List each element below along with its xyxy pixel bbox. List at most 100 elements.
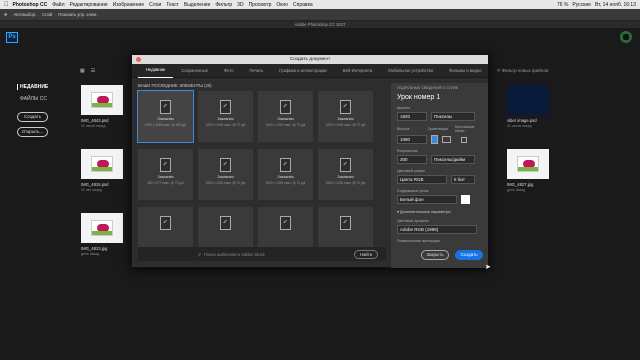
mouse-cursor-icon: ➤ [485, 264, 491, 271]
preset-item[interactable]: Заказная 1000 x 1000 пикс. @ 72 ppi [198, 149, 253, 200]
recent-file[interactable]: IMG_4843.psd 11 часов назад [81, 85, 123, 128]
menu-filter[interactable]: Фильтр [215, 2, 232, 8]
recent-file[interactable]: IMG_4815.psd 11 час назад [81, 149, 123, 192]
menu-image[interactable]: Изображение [113, 2, 145, 8]
autoselect-target[interactable]: Слой [42, 12, 52, 17]
file-name: IMG_4815.psd [81, 182, 109, 187]
landscape-orientation-icon[interactable] [442, 136, 451, 143]
autoselect-label[interactable]: Автовыбор: [14, 12, 37, 17]
artboards-checkbox[interactable] [461, 136, 467, 143]
details-heading: ПОДРОБНЫЕ СВЕДЕНИЯ О СТИЛЕ [397, 86, 459, 90]
menu-help[interactable]: Справка [293, 2, 313, 8]
preset-tabs: Недавние Сохраненные Фото Печать Графика… [132, 64, 488, 78]
menu-view[interactable]: Просмотр [249, 2, 272, 8]
app-menu[interactable]: Photoshop CC [13, 2, 48, 8]
recent-file[interactable]: IMG_4813.jpg день назад [81, 213, 123, 256]
create-button[interactable]: Создать [455, 250, 483, 260]
bit-depth-select[interactable]: 8 бит [451, 175, 475, 184]
document-name-field[interactable]: Урок номер 1 [397, 94, 482, 101]
preset-item[interactable]: Заказная 1920 x 1080 пикс. @ 300 ppi [137, 90, 194, 143]
open-button[interactable]: Открыть... [17, 127, 48, 137]
move-tool-icon[interactable]: ✥ [4, 12, 8, 17]
file-age: 11 часов назад [81, 124, 106, 128]
show-transform-controls[interactable]: Показать упр. элем. [58, 12, 97, 17]
portrait-orientation-icon[interactable] [431, 135, 438, 144]
preset-name: Заказная [217, 175, 234, 179]
creative-cloud-icon[interactable] [620, 31, 632, 43]
battery-status[interactable]: 76 % [557, 2, 568, 8]
recent-presets: ВАШИ ПОСЛЕДНИЕ ЭЛЕМЕНТЫ (20) Заказная 192… [137, 83, 386, 263]
tab-saved[interactable]: Сохраненные [173, 64, 216, 78]
close-icon[interactable] [136, 57, 141, 62]
preset-item[interactable]: Заказная 1600 x 1200 пикс. @ 72 ppi [318, 149, 373, 200]
apple-menu-icon[interactable]:  [4, 2, 9, 8]
menu-edit[interactable]: Редактирование [70, 2, 108, 8]
sidebar-item-cc-files[interactable]: ФАЙЛЫ CC [17, 96, 77, 102]
preset-item[interactable]: Заказная 480 x 277 пикс. @ 72 ppi [138, 149, 193, 200]
background-select[interactable]: Белый фон [397, 195, 457, 204]
file-name: IMG_4827.jpg [507, 182, 534, 187]
input-language[interactable]: Русские [572, 2, 591, 8]
file-age: день назад [81, 252, 100, 256]
tab-photo[interactable]: Фото [216, 64, 242, 78]
file-thumbnail [507, 149, 549, 179]
menu-layers[interactable]: Слои [149, 2, 161, 8]
recent-file[interactable]: IMG_4827.jpg день назад [507, 149, 549, 192]
color-profile-select[interactable]: Adobe RGB (1998) [397, 225, 477, 234]
file-thumbnail [81, 213, 123, 243]
filter-recent-input[interactable]: ⚲ Фильтр новых файлов [497, 68, 548, 74]
file-thumbnail [81, 85, 123, 115]
preset-item[interactable]: Заказная 1000 x 1000 пикс. @ 72 ppi [198, 91, 253, 142]
resolution-input[interactable]: 300 [397, 155, 427, 164]
height-input[interactable]: 1080 [397, 135, 427, 144]
tab-art[interactable]: Графика и иллюстрации [271, 64, 335, 78]
width-unit-select[interactable]: Пикселы [431, 112, 475, 121]
artboards-label: Монтажные облас [454, 125, 475, 133]
file-age: 11 часов назад [507, 124, 532, 128]
menu-select[interactable]: Выделение [184, 2, 211, 8]
dialog-title: Создать документ [289, 57, 331, 62]
resolution-unit-select[interactable]: Пикселы/дюйм [431, 155, 475, 164]
recent-file[interactable]: viber image.psd 11 часов назад [507, 85, 549, 128]
background-color-swatch[interactable] [461, 195, 470, 204]
search-icon: ⚲ [198, 251, 202, 257]
menu-window[interactable]: Окно [276, 2, 288, 8]
stock-search-bar: ⚲ Поиск шаблонов в Adobe Stock Найти [138, 247, 386, 261]
preset-dimensions: 1600 x 1200 пикс. @ 72 ppi [325, 181, 366, 185]
preset-item[interactable]: Заказная 1000 x 1000 пикс. @ 72 ppi [318, 91, 373, 142]
preset-grid: Заказная 1920 x 1080 пикс. @ 300 ppi Зака… [137, 90, 386, 258]
sidebar-item-recent[interactable]: НЕДАВНИЕ [17, 84, 77, 90]
grid-view-icon[interactable]: ▦ [80, 68, 85, 74]
close-button[interactable]: Закрыть [421, 250, 449, 260]
tab-mobile[interactable]: Мобильное устройство [380, 64, 441, 78]
preset-item[interactable]: Заказная 1000 x 1000 пикс. @ 72 ppi [258, 91, 313, 142]
tab-recent[interactable]: Недавние [138, 63, 174, 78]
resolution-label: Разрешение [397, 149, 418, 153]
find-button[interactable]: Найти [354, 249, 378, 259]
tab-print[interactable]: Печать [242, 64, 272, 78]
create-new-button[interactable]: Создать [17, 112, 48, 122]
recent-presets-heading: ВАШИ ПОСЛЕДНИЕ ЭЛЕМЕНТЫ (20) [138, 83, 212, 88]
color-profile-label: Цветовой профиль [397, 219, 429, 223]
options-bar: ✥ Автовыбор: Слой Показать упр. элем. [0, 9, 640, 21]
list-view-icon[interactable]: ☰ [91, 68, 95, 74]
preset-name: Заказная [157, 175, 174, 179]
file-thumbnail [81, 149, 123, 179]
photoshop-logo-icon: Ps [6, 32, 18, 43]
color-mode-select[interactable]: Цвета RGB [397, 175, 447, 184]
preset-item[interactable]: Заказная 1000 x 1000 пикс. @ 72 ppi [258, 149, 313, 200]
tab-film[interactable]: Фильмы и видео [441, 64, 489, 78]
file-age: 11 час назад [81, 188, 102, 192]
tab-web[interactable]: Веб-Интернета [335, 64, 380, 78]
preset-dimensions: 1000 x 1000 пикс. @ 72 ppi [205, 123, 246, 127]
document-icon [340, 158, 351, 172]
preset-name: Заказная [337, 117, 354, 121]
menu-3d[interactable]: 3D [237, 2, 243, 8]
chevron-down-icon: ▾ [397, 210, 399, 214]
advanced-options-toggle[interactable]: ▾ Дополнительные параметры [397, 209, 482, 214]
menu-file[interactable]: Файл [52, 2, 64, 8]
width-input[interactable]: 1920 [397, 112, 427, 121]
stock-search-input[interactable]: Поиск шаблонов в Adobe Stock [204, 252, 265, 257]
menu-text[interactable]: Текст [166, 2, 179, 8]
clock[interactable]: Вт, 14 нояб. 16:13 [595, 2, 636, 8]
